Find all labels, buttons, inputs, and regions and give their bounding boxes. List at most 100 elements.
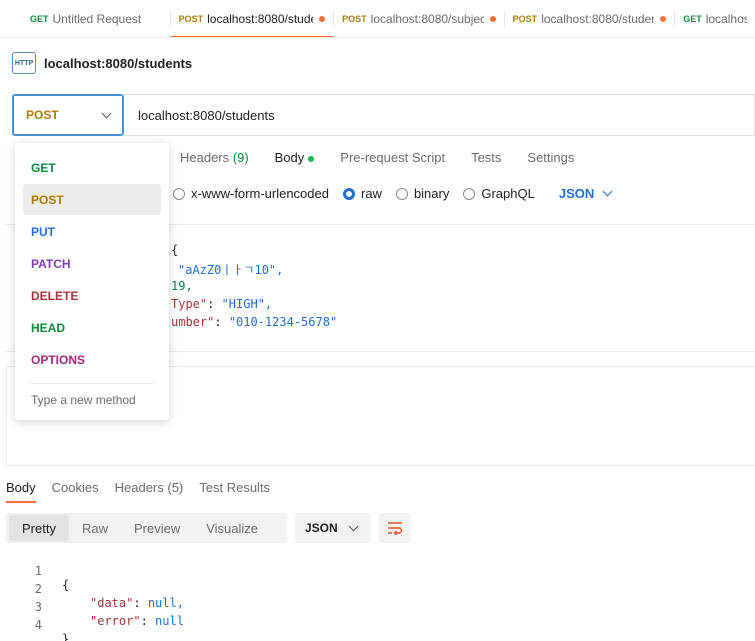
request-tab-active[interactable]: POST localhost:8080/studen [170,0,334,37]
wrap-lines-icon [388,522,403,535]
code-text: : [214,315,229,329]
method-select[interactable]: POST [12,94,124,136]
request-tab[interactable]: GET localhos [675,0,755,37]
http-icon-label: HTTP [14,59,34,67]
json-value: null, [147,596,184,610]
unsaved-dot-icon [660,15,667,22]
json-value: null [155,614,184,628]
tab-prerequest-script[interactable]: Pre-request Script [340,150,445,165]
method-option-head[interactable]: HEAD [23,312,161,343]
radio-icon [173,187,185,200]
code-text: : [207,297,222,311]
json-key: "error" [90,614,141,628]
code-text: "aAzZ0ㅣㅏㄱ10", [178,263,284,277]
tab-headers[interactable]: Headers (9) [180,150,249,165]
body-type-selector: x-www-form-urlencoded raw binary GraphQL… [173,186,613,201]
response-text: "data": null, [90,596,184,610]
tab-body[interactable]: Body [275,150,315,165]
tab-title: Untitled Request [52,11,142,26]
chevron-down-icon [101,108,112,118]
request-name[interactable]: localhost:8080/students [44,56,192,71]
tab-title: localhost:8080/subjec [370,11,484,26]
body-type-urlencoded[interactable]: x-www-form-urlencoded [173,186,329,201]
request-tab[interactable]: POST localhost:8080/subjec [334,0,504,37]
radio-selected-icon [342,187,355,200]
tab-method: POST [178,13,204,24]
code-line: umber": "010-1234-5678" [171,315,337,329]
response-text: { [62,578,70,592]
url-bar: POST localhost:8080/students [12,94,755,136]
radio-icon [463,187,476,200]
code-text: umber" [171,315,215,329]
response-line: 3 "error": null [0,586,184,628]
chevron-down-icon [602,186,613,197]
body-format-select[interactable]: JSON [558,186,613,201]
response-tabs: Body Cookies Headers (5) Test Results [6,480,286,503]
code-text: 19, [171,279,193,293]
body-type-binary-label: binary [413,186,450,201]
method-option-get[interactable]: GET [23,152,161,183]
view-pretty[interactable]: Pretty [9,515,69,541]
request-tab-bar: GET Untitled Request POST localhost:8080… [0,0,755,38]
tab-method: POST [342,13,367,24]
unsaved-dot-icon [489,15,496,22]
response-line: 1 { [0,550,69,592]
response-line: 4 } [0,604,69,641]
body-type-binary[interactable]: binary [395,186,450,201]
response-text: } [62,632,70,641]
response-tab-cookies[interactable]: Cookies [52,480,99,503]
response-view-switcher: Pretty Raw Preview Visualize [6,513,287,543]
body-type-urlencoded-label: x-www-form-urlencoded [191,186,329,201]
tab-tests[interactable]: Tests [471,150,501,165]
response-text: "error": null [90,614,184,628]
code-text: Type" [171,297,208,311]
wrap-lines-button[interactable] [379,513,411,543]
response-tab-body[interactable]: Body [6,480,36,503]
response-tab-headers[interactable]: Headers (5) [115,480,184,503]
body-type-graphql[interactable]: GraphQL [463,186,535,201]
url-input[interactable]: localhost:8080/students [122,94,755,136]
tab-title: localhost:8080/studen [541,11,655,26]
new-method-input[interactable]: Type a new method [31,393,136,407]
tab-method: GET [683,13,702,24]
json-key: "data" [90,596,134,610]
response-tab-test-results[interactable]: Test Results [199,480,270,503]
code-line: Type": "HIGH", [171,297,272,311]
body-active-dot-icon [308,155,315,162]
view-preview[interactable]: Preview [121,515,193,541]
tab-settings[interactable]: Settings [527,150,574,165]
method-dropdown: GET POST PUT PATCH DELETE HEAD OPTIONS T… [15,143,169,420]
dropdown-divider [31,383,153,384]
method-option-patch[interactable]: PATCH [23,248,161,279]
response-format-select[interactable]: JSON [295,513,371,543]
radio-icon [395,187,408,200]
request-header: HTTP localhost:8080/students [12,52,192,74]
tab-method: GET [30,13,49,24]
body-type-raw-label: raw [360,186,382,201]
json-sep: : [140,614,156,628]
line-number: 4 [34,618,42,632]
view-visualize[interactable]: Visualize [193,515,271,541]
method-option-post[interactable]: POST [23,184,161,215]
http-icon: HTTP [12,52,36,74]
code-text: "010-1234-5678" [228,315,338,329]
body-format-label: JSON [558,186,595,201]
method-option-delete[interactable]: DELETE [23,280,161,311]
request-tab[interactable]: GET Untitled Request [0,0,170,37]
headers-count: (9) [232,150,249,165]
chevron-down-icon [348,521,359,531]
unsaved-dot-icon [319,15,326,22]
method-option-options[interactable]: OPTIONS [23,344,161,375]
response-line: 2 "data": null, [0,568,184,610]
response-format-label: JSON [305,521,338,535]
code-line: 19, [171,279,193,293]
body-type-raw[interactable]: raw [342,186,382,201]
body-type-graphql-label: GraphQL [481,186,535,201]
tab-body-label: Body [274,150,305,165]
method-option-put[interactable]: PUT [23,216,161,247]
request-tab[interactable]: POST localhost:8080/studen [505,0,675,37]
json-sep: : [133,596,148,610]
tab-method: POST [512,13,538,24]
view-raw[interactable]: Raw [69,515,121,541]
request-tabs: Headers (9) Body Pre-request Script Test… [180,150,600,165]
